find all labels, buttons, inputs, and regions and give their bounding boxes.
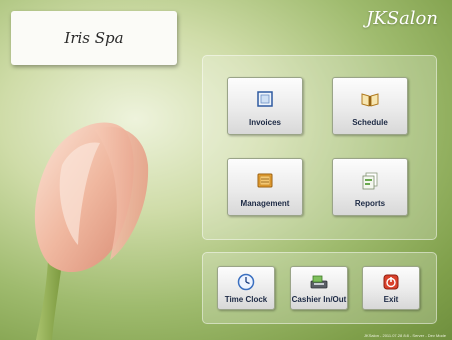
app-title: JKSalon <box>366 8 438 29</box>
exit-label: Exit <box>383 295 399 304</box>
cashier-button[interactable]: Cashier In/Out <box>290 266 348 310</box>
time-clock-button[interactable]: Time Clock <box>217 266 275 310</box>
clock-icon <box>237 273 255 291</box>
invoice-icon <box>257 91 273 107</box>
book-icon <box>361 93 379 107</box>
reports-button[interactable]: Reports <box>332 158 408 216</box>
schedule-button[interactable]: Schedule <box>332 77 408 135</box>
exit-icon <box>383 274 399 290</box>
management-button[interactable]: Management <box>227 158 303 216</box>
app-window: Iris Spa JKSalon Invoices Schedule Manag… <box>0 0 452 340</box>
cashier-label: Cashier In/Out <box>291 295 347 304</box>
reports-label: Reports <box>354 199 386 208</box>
salon-name-box: Iris Spa <box>11 11 177 65</box>
status-footer: JKSalon - 2011.07.28 8:8 - Server - Dev … <box>364 333 446 338</box>
tulip-image <box>34 122 149 340</box>
folder-icon <box>257 173 273 188</box>
schedule-label: Schedule <box>352 118 388 127</box>
management-label: Management <box>240 199 290 208</box>
exit-button[interactable]: Exit <box>362 266 420 310</box>
invoices-label: Invoices <box>248 118 281 127</box>
invoices-button[interactable]: Invoices <box>227 77 303 135</box>
reports-icon <box>362 172 378 190</box>
time-clock-label: Time Clock <box>224 295 268 304</box>
cashier-icon <box>310 275 328 289</box>
salon-name: Iris Spa <box>64 29 124 47</box>
